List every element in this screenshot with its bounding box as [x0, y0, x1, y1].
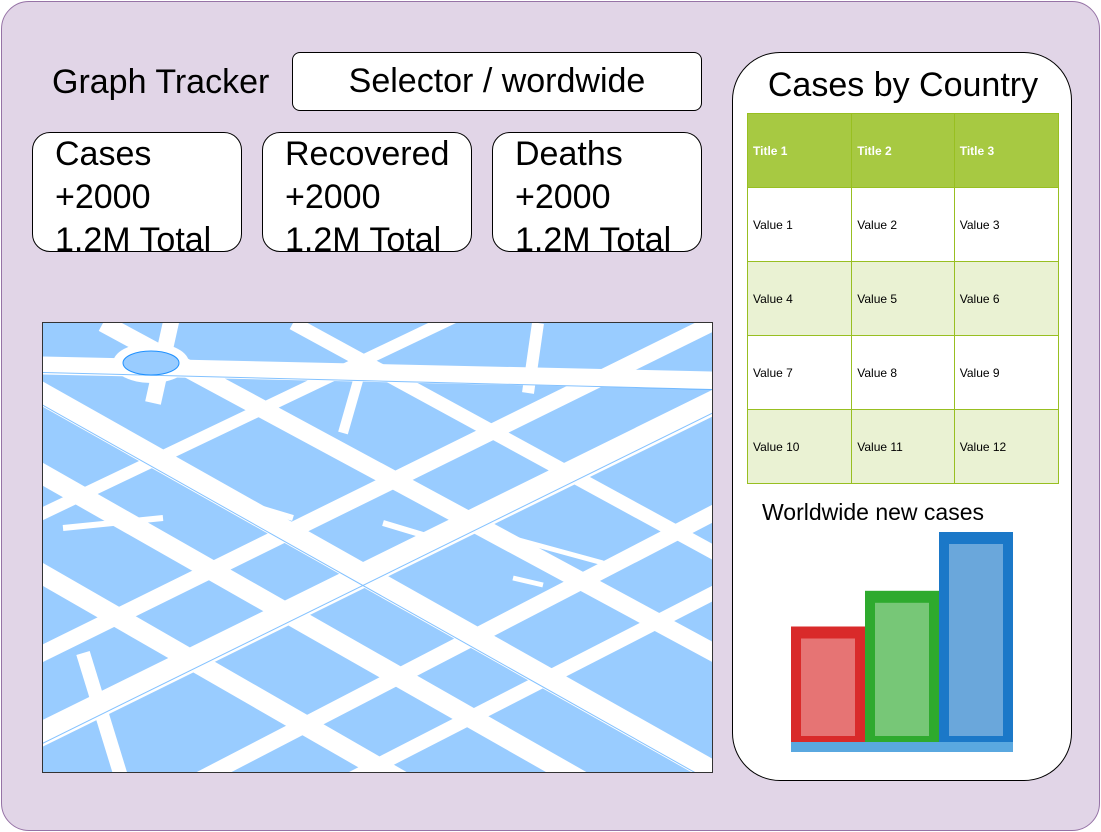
dashboard-frame: Graph Tracker Selector / wordwide Cases … — [1, 1, 1100, 831]
table-header[interactable]: Title 1 — [746, 113, 853, 188]
recovered-card: Recovered +2000 1.2M Total — [262, 132, 472, 252]
map-view[interactable] — [42, 322, 713, 773]
chart-bar-highlight — [949, 544, 1003, 736]
deaths-change: +2000 — [515, 178, 611, 216]
recovered-change: +2000 — [285, 178, 381, 216]
table-cell: Value 5 — [851, 261, 955, 336]
cases-total: 1.2M Total — [55, 221, 212, 252]
app-title: Graph Tracker — [52, 63, 270, 101]
selector-label: Selector / wordwide — [348, 62, 646, 100]
chart-bar-highlight — [875, 602, 929, 736]
deaths-card: Deaths +2000 1.2M Total — [492, 132, 702, 252]
chart-baseline — [791, 742, 1013, 752]
panel-title: Cases by Country — [767, 66, 1039, 104]
table-header[interactable]: Title 3 — [953, 113, 1060, 188]
deaths-label: Deaths — [515, 135, 623, 173]
table-header[interactable]: Title 2 — [851, 113, 955, 188]
table-cell: Value 8 — [851, 335, 955, 410]
cases-label: Cases — [55, 135, 152, 173]
table-cell: Value 11 — [851, 409, 955, 484]
cases-by-country-panel: Cases by Country Title 1 Title 2 Title 3… — [732, 52, 1072, 781]
cases-change: +2000 — [55, 178, 151, 216]
bar-chart-icon — [791, 532, 1013, 752]
chart-title: Worldwide new cases — [762, 499, 985, 525]
table-cell: Value 6 — [953, 261, 1060, 336]
deaths-total: 1.2M Total — [515, 221, 672, 252]
table-cell: Value 3 — [953, 187, 1060, 262]
map-icon — [43, 323, 712, 772]
table-row: Value 4 Value 5 Value 6 — [746, 261, 1060, 336]
cases-card: Cases +2000 1.2M Total — [32, 132, 242, 252]
table-row: Value 7 Value 8 Value 9 — [746, 335, 1060, 410]
region-selector[interactable]: Selector / wordwide — [292, 52, 702, 111]
table-cell: Value 10 — [746, 409, 853, 484]
table-row: Value 10 Value 11 Value 12 — [746, 409, 1060, 484]
country-table: Title 1 Title 2 Title 3 Value 1 Value 2 … — [746, 113, 1060, 484]
recovered-label: Recovered — [285, 135, 450, 173]
table-cell: Value 2 — [851, 187, 955, 262]
table-cell: Value 9 — [953, 335, 1060, 410]
table-cell: Value 4 — [746, 261, 853, 336]
table-cell: Value 7 — [746, 335, 853, 410]
table-cell: Value 12 — [953, 409, 1060, 484]
table-row: Value 1 Value 2 Value 3 — [746, 187, 1060, 262]
table-cell: Value 1 — [746, 187, 853, 262]
chart-bar-highlight — [801, 638, 855, 736]
recovered-total: 1.2M Total — [285, 221, 442, 252]
